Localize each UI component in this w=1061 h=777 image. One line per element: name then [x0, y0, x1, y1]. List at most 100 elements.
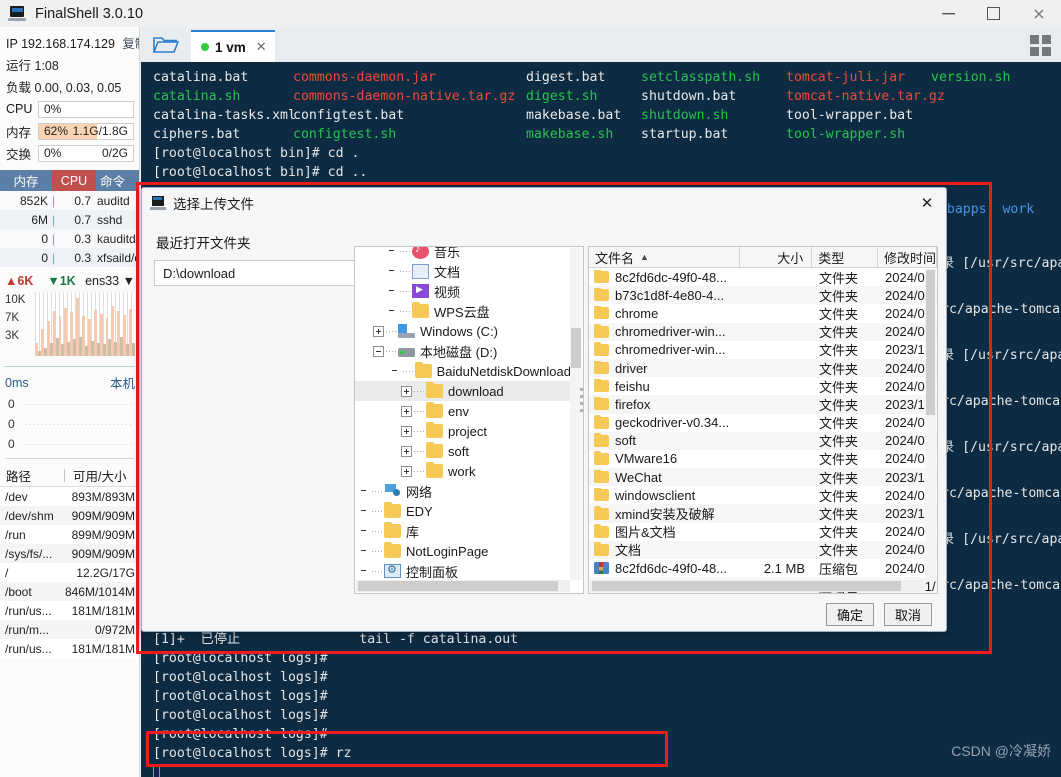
expand-icon[interactable]: [401, 445, 412, 457]
file-list-row[interactable]: xmind安装及破解 文件夹 2023/12/: [589, 504, 937, 523]
network-interface-select[interactable]: ens33 ▼: [85, 274, 135, 288]
tree-node-网络[interactable]: 网络: [355, 481, 571, 501]
tree-node-本地磁盘 (D:)[interactable]: 本地磁盘 (D:): [355, 341, 571, 361]
tab-close-icon[interactable]: ✕: [256, 39, 267, 55]
folder-tree-pane[interactable]: 音乐文档视频 WPS云盘 Windows (C:) 本地磁盘 (D:) BaiduNet…: [354, 246, 584, 594]
expand-icon[interactable]: [401, 425, 412, 437]
ip-value: 192.168.174.129: [21, 37, 115, 51]
tree-node-work[interactable]: work: [355, 461, 571, 481]
file-list-row[interactable]: 文档 文件夹 2024/01/: [589, 540, 937, 559]
file-list-row[interactable]: b73c1d8f-4e80-4... 文件夹 2024/01/: [589, 286, 937, 305]
tree-node-视频[interactable]: 视频: [355, 281, 571, 301]
disk-row[interactable]: /dev 893M/893M: [0, 487, 139, 506]
disk-row[interactable]: /run 899M/909M: [0, 525, 139, 544]
file-col-name[interactable]: 文件名 ▲: [589, 247, 741, 268]
ok-button[interactable]: 确定: [826, 602, 874, 626]
folder-icon: [594, 523, 609, 538]
terminal-bottom-line: [root@localhost logs]#: [153, 651, 328, 666]
collapse-icon[interactable]: [373, 345, 384, 357]
disk-row[interactable]: /dev/shm 909M/909M: [0, 506, 139, 525]
process-col-cpu[interactable]: CPU: [52, 170, 96, 191]
expand-icon[interactable]: [401, 405, 412, 417]
file-list-row[interactable]: WeChat 文件夹 2023/12/: [589, 468, 937, 487]
file-col-size[interactable]: 大小: [740, 247, 813, 268]
file-name-text: firefox: [615, 396, 651, 412]
disk-col-usage[interactable]: 可用/大小: [65, 466, 139, 485]
window-titlebar: FinalShell 3.0.10: [0, 0, 1061, 27]
meter-bar: 0%: [38, 100, 134, 118]
tree-node-音乐[interactable]: 音乐: [355, 247, 571, 261]
tree-node-BaiduNetdiskDownload[interactable]: BaiduNetdiskDownload: [355, 361, 571, 381]
file-list-row[interactable]: VMware16 文件夹 2024/02/: [589, 449, 937, 469]
file-name-text: 图片&文档: [615, 525, 676, 541]
disk-row[interactable]: /boot 846M/1014M: [0, 582, 139, 601]
disk-row[interactable]: /run/m... 0/972M: [0, 620, 139, 639]
process-row[interactable]: 0 | 0.3 kauditd: [0, 229, 139, 248]
minimize-button[interactable]: [926, 0, 971, 27]
expand-icon[interactable]: [401, 465, 412, 477]
file-type-cell: 文件夹: [819, 488, 859, 504]
cancel-button[interactable]: 取消: [884, 602, 932, 626]
process-row[interactable]: 852K | 0.7 auditd: [0, 191, 139, 210]
process-col-command[interactable]: 命令: [96, 170, 139, 191]
process-row[interactable]: 6M | 0.7 sshd: [0, 210, 139, 229]
disk-row[interactable]: /sys/fs/... 909M/909M: [0, 544, 139, 563]
file-list-row[interactable]: chromedriver-win... 文件夹 2023/12/: [589, 340, 937, 359]
pane-splitter-handle[interactable]: [579, 384, 584, 418]
tree-node-控制面板[interactable]: 控制面板: [355, 561, 571, 581]
file-list-row[interactable]: 图片&文档 文件夹 2024/02/: [589, 522, 937, 541]
file-name-text: soft: [615, 433, 636, 449]
file-list-vertical-scrollbar[interactable]: [925, 269, 936, 580]
tree-node-WPS云盘[interactable]: WPS云盘: [355, 301, 571, 321]
disk-col-path[interactable]: 路径: [0, 466, 64, 485]
tree-node-文档[interactable]: 文档: [355, 261, 571, 281]
file-list-row[interactable]: 8c2fd6dc-49f0-48... 2.1 MB 压缩包 2024/01/: [589, 559, 937, 578]
process-col-memory[interactable]: 内存: [0, 170, 52, 191]
tree-node-project[interactable]: project: [355, 421, 571, 441]
tree-node-NotLoginPage[interactable]: NotLoginPage: [355, 541, 571, 561]
file-list-row[interactable]: chrome 文件夹 2024/02/: [589, 304, 937, 323]
disk-row[interactable]: / 12.2G/17G: [0, 563, 139, 582]
file-list-row[interactable]: firefox 文件夹 2023/12/: [589, 395, 937, 414]
disk-path: /boot: [5, 584, 32, 599]
terminal-filename: setclasspath.sh: [641, 70, 761, 85]
process-row[interactable]: 0|0.3xfsaild/dm: [0, 248, 139, 267]
tree-node-库[interactable]: 库: [355, 521, 571, 541]
file-col-type[interactable]: 类型: [812, 247, 878, 268]
file-col-time[interactable]: 修改时间: [878, 247, 937, 268]
folder-icon: [384, 542, 401, 558]
file-list-row[interactable]: feishu 文件夹 2024/02/: [589, 377, 937, 396]
tree-node-download[interactable]: download: [355, 381, 571, 401]
disk-row[interactable]: /run/us... 181M/181M: [0, 601, 139, 620]
file-list-row[interactable]: 8c2fd6dc-49f0-48... 文件夹 2024/01/: [589, 268, 937, 287]
grid-layout-icon[interactable]: [1030, 35, 1051, 56]
terminal-filename: commons-daemon-native.tar.gz: [293, 89, 516, 104]
file-list-row[interactable]: soft 文件夹 2024/01/: [589, 431, 937, 450]
file-list-row[interactable]: windowsclient 文件夹 2024/01/: [589, 486, 937, 505]
terminal-file-listing: catalina.bat commons-daemon.jar digest.bat…: [141, 68, 1061, 144]
expand-icon[interactable]: [373, 325, 384, 337]
expand-icon[interactable]: [401, 385, 412, 397]
tab-1-vm[interactable]: 1 vm ✕: [191, 30, 275, 62]
folder-icon: [594, 396, 609, 411]
tree-node-Windows (C:)[interactable]: Windows (C:): [355, 321, 571, 341]
disk-row[interactable]: /run/us... 181M/181M: [0, 639, 139, 658]
file-list-row[interactable]: chromedriver-win... 文件夹 2024/01/: [589, 322, 937, 341]
dialog-close-icon[interactable]: ✕: [914, 191, 940, 215]
file-list-row[interactable]: driver 文件夹 2024/01/: [589, 358, 937, 378]
copy-ip-button[interactable]: 复制: [122, 37, 139, 51]
file-name-text: 文档: [615, 543, 642, 559]
tree-node-env[interactable]: env: [355, 401, 571, 421]
tree-horizontal-scrollbar[interactable]: [356, 580, 570, 592]
file-list-row[interactable]: geckodriver-v0.34... 文件夹 2024/01/: [589, 413, 937, 432]
disk-icon: [398, 348, 415, 357]
file-list-horizontal-scrollbar[interactable]: [590, 580, 925, 592]
recent-folder-input[interactable]: D:\download: [154, 260, 368, 286]
close-button[interactable]: [1016, 0, 1061, 27]
tree-node-soft[interactable]: soft: [355, 441, 571, 461]
file-list-pane[interactable]: 文件名 ▲ 大小 类型 修改时间 8c2fd6dc-49f0-48... 文件夹 2…: [588, 246, 938, 594]
disk-path: /run: [5, 527, 26, 542]
tree-node-EDY[interactable]: EDY: [355, 501, 571, 521]
open-folder-icon[interactable]: [141, 27, 191, 62]
maximize-button[interactable]: [971, 0, 1016, 27]
